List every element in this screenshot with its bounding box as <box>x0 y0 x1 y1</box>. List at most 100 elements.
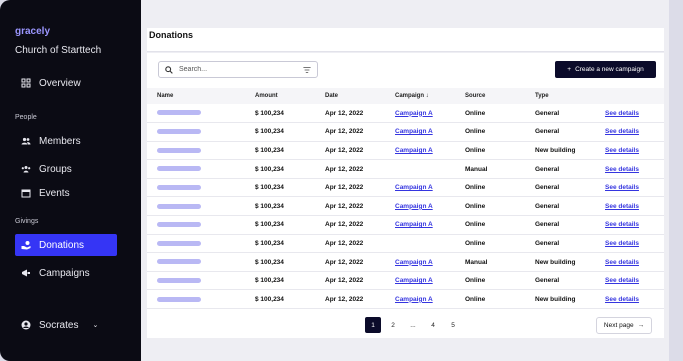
amount-cell: $ 100,234 <box>245 196 315 217</box>
column-header-amount[interactable]: Amount <box>245 88 315 104</box>
type-cell: General <box>525 159 595 179</box>
search-input[interactable] <box>179 66 289 73</box>
page-ellipsis: ... <box>410 321 416 329</box>
pagination: 1 2 ... 4 5 <box>365 317 461 333</box>
sidebar-item-events[interactable]: Events <box>15 182 117 204</box>
create-campaign-label: Create a new campaign <box>575 66 644 73</box>
table-row[interactable]: $ 100,234 Apr 12, 2022 Campaign A Online Gen… <box>147 104 664 124</box>
sidebar-item-members[interactable]: Members <box>15 130 117 152</box>
sidebar-item-overview[interactable]: Overview <box>15 72 117 94</box>
date-cell: Apr 12, 2022 <box>315 104 385 124</box>
redacted-name <box>157 259 201 265</box>
column-header-type[interactable]: Type <box>525 88 595 104</box>
see-details-link[interactable]: See details <box>605 240 639 247</box>
campaign-link[interactable]: Campaign A <box>395 128 433 135</box>
table-header-row: Name Amount Date Campaign ↓ Source Type <box>147 88 664 104</box>
user-name: Socrates <box>39 319 79 331</box>
table-row[interactable]: $ 100,234 Apr 12, 2022 Campaign A Online Gen… <box>147 271 664 291</box>
source-cell: Online <box>455 178 525 198</box>
source-cell: Online <box>455 215 525 235</box>
sidebar-item-label: Events <box>39 187 70 199</box>
next-page-label: Next page <box>603 322 634 329</box>
campaign-link[interactable]: Campaign A <box>395 296 433 303</box>
table-row[interactable]: $ 100,234 Apr 12, 2022 Campaign A Online Gen… <box>147 215 664 235</box>
source-cell: Online <box>455 289 525 310</box>
date-cell: Apr 12, 2022 <box>315 252 385 272</box>
actions-cell: See details <box>595 159 664 179</box>
date-cell: Apr 12, 2022 <box>315 196 385 217</box>
next-page-button[interactable]: Next page → <box>596 317 652 334</box>
sidebar-item-campaigns[interactable]: Campaigns <box>15 262 117 284</box>
table-row[interactable]: $ 100,234 Apr 12, 2022 Campaign A Online New… <box>147 141 664 161</box>
date-cell: Apr 12, 2022 <box>315 141 385 161</box>
see-details-link[interactable]: See details <box>605 147 639 154</box>
filter-icon[interactable] <box>303 66 311 74</box>
date-cell: Apr 12, 2022 <box>315 234 385 254</box>
see-details-link[interactable]: See details <box>605 110 639 117</box>
table-row[interactable]: $ 100,234 Apr 12, 2022 Campaign A Online New… <box>147 289 664 310</box>
redacted-name <box>157 203 201 209</box>
see-details-link[interactable]: See details <box>605 166 639 173</box>
sidebar-item-donations[interactable]: Donations <box>15 234 117 256</box>
campaign-link[interactable]: Campaign A <box>395 203 433 210</box>
see-details-link[interactable]: See details <box>605 221 639 228</box>
campaign-cell: Campaign A <box>385 271 455 291</box>
plus-icon: + <box>567 66 572 73</box>
sidebar-item-label: Members <box>39 135 81 147</box>
table-row[interactable]: $ 100,234 Apr 12, 2022 Campaign A Online Gen… <box>147 122 664 142</box>
redacted-name <box>157 147 201 153</box>
donor-name-cell <box>147 178 245 198</box>
see-details-link[interactable]: See details <box>605 184 639 191</box>
see-details-link[interactable]: See details <box>605 259 639 266</box>
members-icon <box>21 137 31 145</box>
table-row[interactable]: $ 100,234 Apr 12, 2022 Campaign A Manual New… <box>147 252 664 272</box>
campaign-link[interactable]: Campaign A <box>395 184 433 191</box>
overview-icon <box>21 78 31 88</box>
see-details-link[interactable]: See details <box>605 296 639 303</box>
type-cell: General <box>525 178 595 198</box>
campaign-cell: Campaign A <box>385 141 455 161</box>
campaign-cell: Campaign A <box>385 196 455 217</box>
campaign-link[interactable]: Campaign A <box>395 277 433 284</box>
sidebar-item-label: Groups <box>39 163 72 175</box>
actions-cell: See details <box>595 252 664 272</box>
see-details-link[interactable]: See details <box>605 203 639 210</box>
donor-name-cell <box>147 271 245 291</box>
table-row[interactable]: $ 100,234 Apr 12, 2022 Campaign A Online Gen… <box>147 196 664 217</box>
actions-cell: See details <box>595 122 664 142</box>
see-details-link[interactable]: See details <box>605 128 639 135</box>
column-header-source[interactable]: Source <box>455 88 525 104</box>
page-button[interactable]: 4 <box>425 317 441 333</box>
page-button[interactable]: 2 <box>385 317 401 333</box>
redacted-name <box>157 296 201 302</box>
campaign-link[interactable]: Campaign A <box>395 147 433 154</box>
table-row[interactable]: $ 100,234 Apr 12, 2022 Manual General See de… <box>147 159 664 179</box>
create-campaign-button[interactable]: + Create a new campaign <box>555 61 656 78</box>
column-header-date[interactable]: Date <box>315 88 385 104</box>
table-row[interactable]: $ 100,234 Apr 12, 2022 Campaign A Online Gen… <box>147 178 664 198</box>
app-logo[interactable]: gracely <box>15 26 50 37</box>
campaign-link[interactable]: Campaign A <box>395 221 433 228</box>
sidebar-item-groups[interactable]: Groups <box>15 158 117 180</box>
see-details-link[interactable]: See details <box>605 277 639 284</box>
table-row[interactable]: $ 100,234 Apr 12, 2022 Online General See de… <box>147 234 664 254</box>
page-button[interactable]: 5 <box>445 317 461 333</box>
page-button[interactable]: 1 <box>365 317 381 333</box>
campaign-cell: Campaign A <box>385 289 455 310</box>
column-header-name[interactable]: Name <box>147 88 245 104</box>
organization-name: Church of Starttech <box>15 45 102 56</box>
campaign-cell <box>385 234 455 254</box>
column-header-campaign[interactable]: Campaign ↓ <box>385 88 455 104</box>
campaign-link[interactable]: Campaign A <box>395 110 433 117</box>
redacted-name <box>157 129 201 135</box>
redacted-name <box>157 240 201 246</box>
search-box[interactable] <box>158 61 318 78</box>
campaign-cell: Campaign A <box>385 215 455 235</box>
amount-cell: $ 100,234 <box>245 234 315 254</box>
type-cell: General <box>525 122 595 142</box>
campaign-link[interactable]: Campaign A <box>395 259 433 266</box>
campaign-cell: Campaign A <box>385 122 455 142</box>
type-cell: New building <box>525 252 595 272</box>
user-menu[interactable]: Socrates ⌄ <box>15 314 117 336</box>
redacted-name <box>157 110 201 116</box>
